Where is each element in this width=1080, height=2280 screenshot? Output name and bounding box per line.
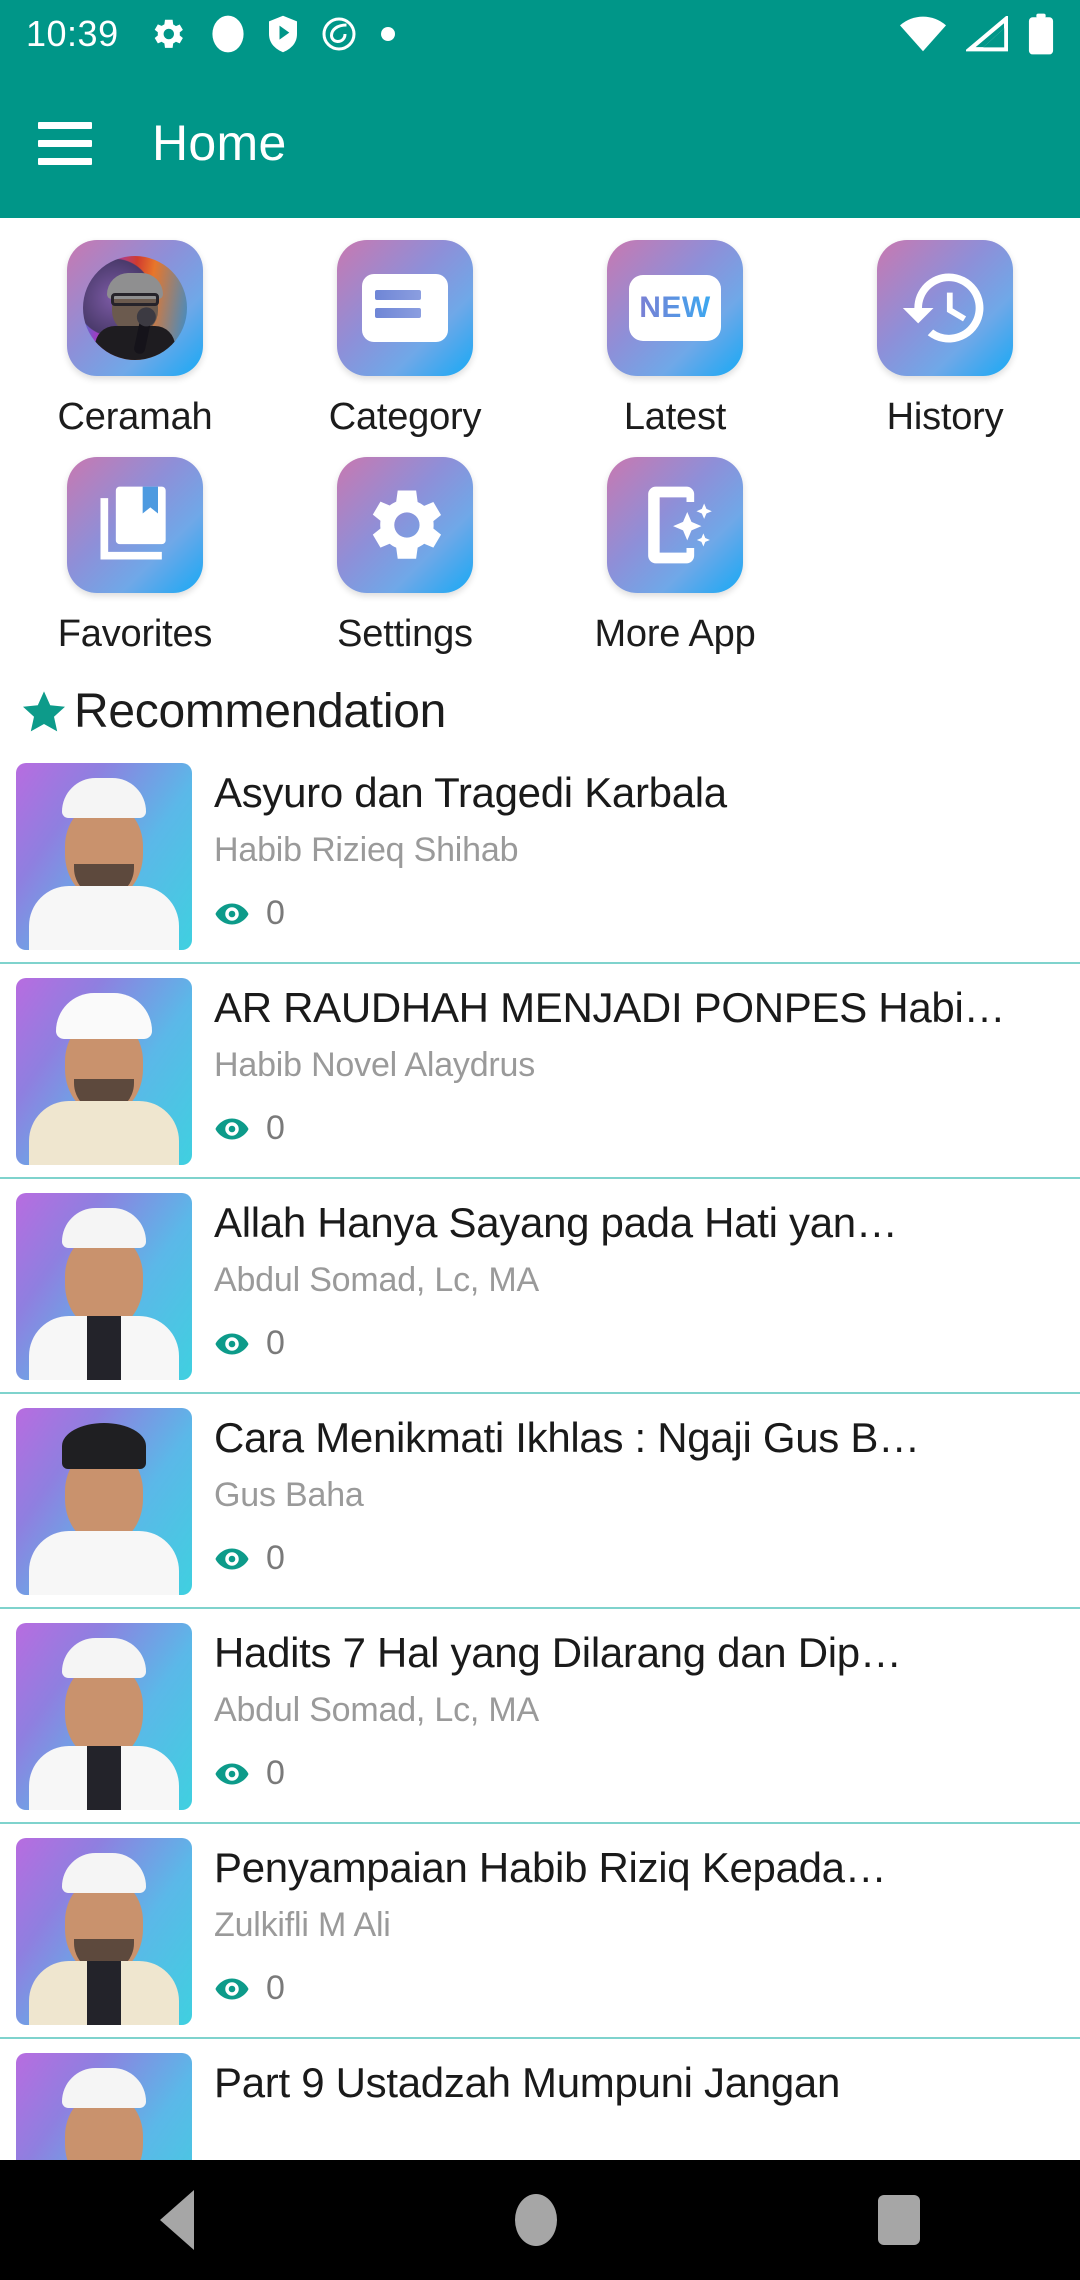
thumbnail	[16, 763, 192, 950]
thumbnail	[16, 978, 192, 1165]
page-title: Home	[152, 115, 287, 171]
list-item[interactable]: Hadits 7 Hal yang Dilarang dan Dip… Abdu…	[0, 1609, 1080, 1824]
thumbnail	[16, 1838, 192, 2025]
item-views: 0	[214, 1324, 1066, 1363]
card-list-icon	[337, 240, 473, 376]
circle-icon	[212, 15, 244, 53]
item-author: Abdul Somad, Lc, MA	[214, 1261, 540, 1300]
status-bar-notification-icons	[149, 14, 395, 54]
battery-icon	[1028, 13, 1054, 55]
bookmark-book-icon	[67, 457, 203, 593]
status-bar-system-icons	[900, 13, 1054, 55]
item-author: Zulkifli M Ali	[214, 1906, 391, 1945]
item-views: 0	[214, 1109, 1066, 1148]
recommendation-header: Recommendation	[0, 678, 1080, 749]
item-views: 0	[214, 894, 1066, 933]
item-author: Gus Baha	[214, 1476, 364, 1515]
grid-item-label: Favorites	[57, 613, 213, 655]
list-item[interactable]: AR RAUDHAH MENJADI PONPES Habi… Habib No…	[0, 964, 1080, 1179]
gear-icon	[154, 19, 183, 48]
item-title: Penyampaian Habib Riziq Kepada…	[214, 1844, 887, 1891]
item-views: 0	[214, 1969, 1066, 2008]
view-count: 0	[266, 1324, 285, 1363]
wifi-icon	[900, 16, 946, 52]
recommendation-list: Asyuro dan Tragedi Karbala Habib Rizieq …	[0, 749, 1080, 2254]
recommendation-title: Recommendation	[74, 685, 446, 738]
item-views: 0	[214, 1539, 1066, 1578]
thumbnail	[16, 1408, 192, 1595]
grid-item-latest[interactable]: NEW Latest	[540, 240, 810, 439]
gear-icon	[337, 457, 473, 593]
home-circle-icon[interactable]	[514, 2194, 557, 2246]
grid-item-label: Ceramah	[57, 396, 213, 438]
item-title: Part 9 Ustadzah Mumpuni Jangan	[214, 2059, 841, 2106]
grid-item-favorites[interactable]: Favorites	[0, 457, 270, 656]
grid-item-settings[interactable]: Settings	[270, 457, 540, 656]
speaker-photo-icon	[67, 240, 203, 376]
grid-item-label: Category	[328, 396, 482, 438]
eye-icon	[215, 1548, 249, 1570]
item-author: Habib Novel Alaydrus	[214, 1046, 536, 1085]
item-title: Cara Menikmati Ikhlas : Ngaji Gus B…	[214, 1414, 920, 1461]
view-count: 0	[266, 1109, 285, 1148]
view-count: 0	[266, 1754, 285, 1793]
grid-item-label: History	[886, 396, 1004, 438]
thumbnail	[16, 1193, 192, 1380]
app-screen: 10:39 Home Ceramah Category NEW Latest H…	[0, 0, 1080, 2280]
recents-square-icon[interactable]	[877, 2195, 920, 2245]
cellular-signal-icon	[966, 16, 1008, 52]
eye-icon	[215, 903, 249, 925]
thumbnail	[16, 1623, 192, 1810]
hamburger-menu-icon[interactable]	[38, 112, 100, 174]
back-triangle-icon[interactable]	[160, 2190, 195, 2250]
new-badge-text: NEW	[639, 291, 711, 324]
grid-item-ceramah[interactable]: Ceramah	[0, 240, 270, 439]
star-icon	[23, 690, 65, 731]
play-shield-icon	[268, 15, 297, 53]
grid-item-label: Latest	[623, 396, 727, 438]
grid-item-label: Settings	[337, 613, 473, 655]
eye-icon	[215, 1118, 249, 1140]
item-title: AR RAUDHAH MENJADI PONPES Habi…	[214, 984, 1006, 1031]
status-bar-clock: 10:39	[26, 13, 119, 54]
item-views: 0	[214, 1754, 1066, 1793]
dot-icon	[380, 27, 395, 41]
quick-menu-grid: Ceramah Category NEW Latest History Favo…	[0, 218, 1080, 678]
list-item[interactable]: Cara Menikmati Ikhlas : Ngaji Gus B… Gus…	[0, 1394, 1080, 1609]
list-item[interactable]: Allah Hanya Sayang pada Hati yan… Abdul …	[0, 1179, 1080, 1394]
eye-icon	[215, 1978, 249, 2000]
grid-item-more-app[interactable]: More App	[540, 457, 810, 656]
view-count: 0	[266, 1539, 285, 1578]
item-title: Allah Hanya Sayang pada Hati yan…	[214, 1199, 898, 1246]
status-bar: 10:39	[0, 0, 1080, 68]
app-bar: Home	[0, 68, 1080, 218]
eye-icon	[215, 1763, 249, 1785]
phone-sparkle-icon	[607, 457, 743, 593]
grid-item-history[interactable]: History	[810, 240, 1080, 439]
eye-icon	[215, 1333, 249, 1355]
item-author: Habib Rizieq Shihab	[214, 831, 519, 870]
item-title: Hadits 7 Hal yang Dilarang dan Dip…	[214, 1629, 902, 1676]
item-author: Abdul Somad, Lc, MA	[214, 1691, 540, 1730]
grid-item-category[interactable]: Category	[270, 240, 540, 439]
list-item[interactable]: Penyampaian Habib Riziq Kepada… Zulkifli…	[0, 1824, 1080, 2039]
spiral-icon	[322, 17, 356, 51]
item-title: Asyuro dan Tragedi Karbala	[214, 769, 727, 816]
list-item[interactable]: Asyuro dan Tragedi Karbala Habib Rizieq …	[0, 749, 1080, 964]
view-count: 0	[266, 1969, 285, 2008]
history-clock-icon	[877, 240, 1013, 376]
view-count: 0	[266, 894, 285, 933]
new-badge-icon: NEW	[607, 240, 743, 376]
android-navigation-bar	[0, 2160, 1080, 2280]
grid-item-label: More App	[594, 613, 756, 655]
